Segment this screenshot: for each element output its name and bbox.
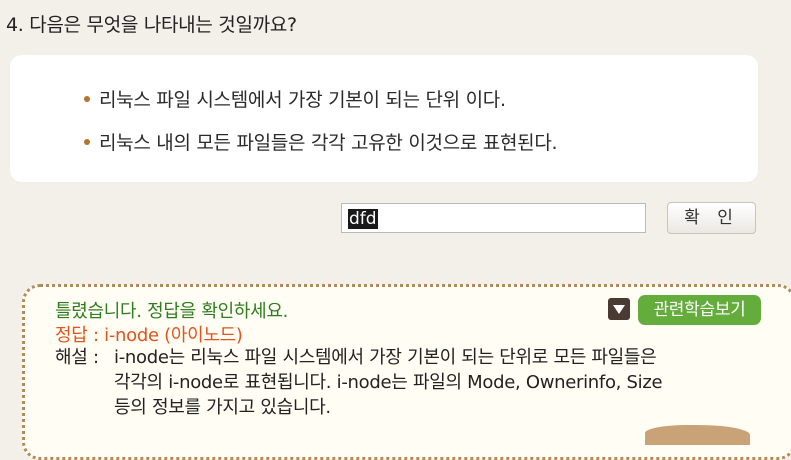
confirm-button[interactable]: 확 인 [667, 202, 756, 234]
answer-input-value: dfd [348, 209, 378, 229]
question-title: 4. 다음은 무엇을 나타내는 것일까요? [6, 14, 297, 36]
dropdown-triangle-icon[interactable] [608, 298, 630, 320]
explanation-line: 각각의 i-node로 표현됩니다. i-node는 파일의 Mode, Own… [114, 372, 663, 393]
decorative-shape [645, 425, 750, 445]
correct-answer: 정답 : i-node (아이노드) [55, 325, 243, 346]
explanation-line: i-node는 리눅스 파일 시스템에서 가장 기본이 되는 단위로 모든 파일… [114, 347, 657, 368]
hint-card: 리눅스 파일 시스템에서 가장 기본이 되는 단위 이다. 리눅스 내의 모든 … [10, 55, 758, 182]
hint-text: 리눅스 내의 모든 파일들은 각각 고유한 이것으로 표현된다. [99, 132, 558, 154]
hint-item: 리눅스 파일 시스템에서 가장 기본이 되는 단위 이다. [84, 85, 506, 112]
hint-text: 리눅스 파일 시스템에서 가장 기본이 되는 단위 이다. [99, 89, 506, 111]
explanation-label: 해설 : [55, 347, 99, 368]
explanation-line: 등의 정보를 가지고 있습니다. [114, 397, 331, 418]
bullet-icon [84, 138, 90, 145]
related-study-button[interactable]: 관련학습보기 [638, 295, 761, 325]
result-message: 틀렸습니다. 정답을 확인하세요. [55, 301, 289, 322]
bullet-icon [84, 95, 90, 102]
hint-item: 리눅스 내의 모든 파일들은 각각 고유한 이것으로 표현된다. [84, 128, 558, 155]
answer-input[interactable]: dfd [341, 203, 646, 233]
explanation: 해설 : i-node는 리눅스 파일 시스템에서 가장 기본이 되는 단위로 모… [55, 345, 663, 420]
